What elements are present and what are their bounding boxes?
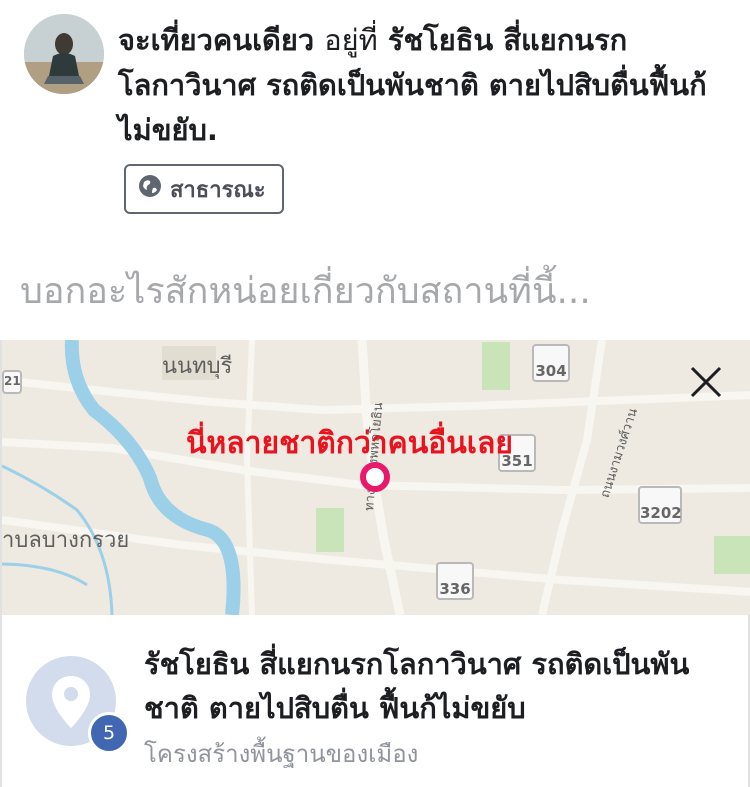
status-text: จะเที่ยวคนเดียว อยู่ที่ รัชโยธิน สี่แยกน… <box>118 18 728 153</box>
place-name[interactable]: รัชโยธิน สี่แยกนรกโลกาวินาศ รถติดเป็นพัน… <box>144 642 734 730</box>
user-avatar[interactable] <box>24 14 104 94</box>
status-prefix: จะเที่ยวคนเดียว <box>118 23 315 57</box>
post-header: จะเที่ยวคนเดียว อยู่ที่ รัชโยธิน สี่แยกน… <box>0 0 750 240</box>
map-annotation-text: นี่หลายชาติกว่าคนอื่นเลย <box>186 426 513 461</box>
route-shield-21: 21 <box>2 370 22 394</box>
map-label-bang-kruai: าบลบางกรวย <box>2 528 130 553</box>
place-comment-input[interactable]: บอกอะไรสักหน่อยเกี่ยวกับสถานที่นี้... <box>20 262 740 319</box>
route-shield-336: 336 <box>436 562 474 600</box>
route-shield-3202: 3202 <box>638 486 682 524</box>
status-connector: อยู่ที่ <box>324 23 378 57</box>
route-shield-304: 304 <box>532 344 570 382</box>
privacy-label: สาธารณะ <box>170 177 266 203</box>
globe-icon <box>138 174 162 204</box>
map-label-nonthaburi: นนทบุรี <box>162 354 233 379</box>
place-category: โครงสร้างพื้นฐานของเมือง <box>144 740 419 768</box>
privacy-button[interactable]: สาธารณะ <box>124 164 284 214</box>
checkin-count-badge: 5 <box>88 712 130 754</box>
map-view[interactable]: นนทบุรี าบลบางกรวย ทางหลวงพหลโยธิน ถนนงา… <box>0 340 750 615</box>
close-icon[interactable] <box>686 362 726 402</box>
